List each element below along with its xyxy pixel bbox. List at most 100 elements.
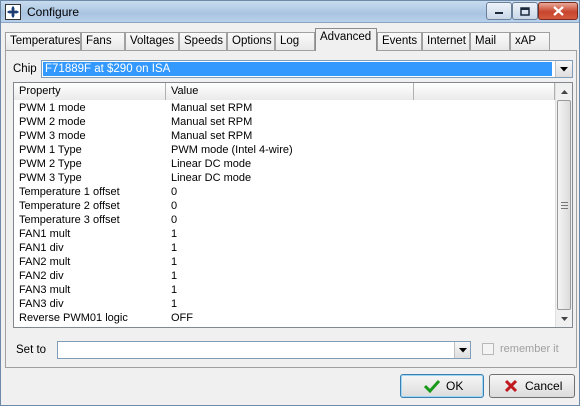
grid-header: Property Value xyxy=(14,83,555,100)
remember-checkbox[interactable]: remember it xyxy=(482,343,559,355)
property-cell: FAN1 mult xyxy=(19,228,71,240)
checkmark-icon xyxy=(423,377,441,395)
property-cell: PWM 3 mode xyxy=(19,130,86,142)
table-row[interactable]: FAN3 div 1 xyxy=(14,297,555,311)
set-to-dropdown-button[interactable] xyxy=(454,342,470,358)
column-header-extra[interactable] xyxy=(414,83,555,100)
property-cell: FAN3 div xyxy=(19,298,64,310)
value-cell: 0 xyxy=(171,214,178,226)
advanced-panel: Chip F71889F at $290 on ISA Property Val… xyxy=(5,50,577,368)
tab-mail[interactable]: Mail xyxy=(470,32,510,50)
table-row[interactable]: FAN3 mult 1 xyxy=(14,283,555,297)
window-title: Configure xyxy=(27,5,80,19)
property-cell: PWM 2 mode xyxy=(19,116,86,128)
chip-label: Chip xyxy=(13,63,37,75)
tab-voltages[interactable]: Voltages xyxy=(125,32,179,50)
grid-rows: PWM 1 mode Manual set RPM PWM 2 mode Manua… xyxy=(14,101,555,325)
property-cell: PWM 2 Type xyxy=(19,158,82,170)
property-cell: PWM 1 mode xyxy=(19,102,86,114)
tab-internet[interactable]: Internet xyxy=(422,32,470,50)
chip-dropdown-button[interactable] xyxy=(555,61,572,77)
column-header-value[interactable]: Value xyxy=(166,83,414,100)
value-cell: 0 xyxy=(171,200,178,212)
ok-button[interactable]: OK xyxy=(400,374,484,398)
maximize-icon xyxy=(520,6,530,16)
minimize-icon xyxy=(495,12,503,14)
table-row[interactable]: PWM 2 mode Manual set RPM xyxy=(14,115,555,129)
minimize-button[interactable] xyxy=(486,2,512,20)
value-cell: 1 xyxy=(171,242,178,254)
vertical-scrollbar[interactable] xyxy=(555,83,572,327)
tab-log[interactable]: Log xyxy=(275,32,315,50)
close-icon xyxy=(552,6,564,16)
property-cell: Temperature 2 offset xyxy=(19,200,120,212)
tab-temperatures[interactable]: Temperatures xyxy=(5,32,81,50)
checkbox-box[interactable] xyxy=(482,343,494,355)
chevron-down-icon xyxy=(458,347,467,352)
scroll-up-button[interactable] xyxy=(556,83,572,100)
value-cell: OFF xyxy=(171,312,193,324)
value-cell: Manual set RPM xyxy=(171,130,253,142)
scroll-up-arrow-icon xyxy=(560,89,568,94)
cancel-label: Cancel xyxy=(525,379,563,393)
scroll-thumb[interactable] xyxy=(557,100,571,310)
value-cell: 1 xyxy=(171,270,178,282)
tab-bar: Temperatures Fans Voltages Speeds Option… xyxy=(5,28,577,51)
remember-label: remember it xyxy=(500,343,559,355)
scroll-grip-icon xyxy=(560,201,568,209)
scroll-down-button[interactable] xyxy=(556,310,572,327)
value-cell: Linear DC mode xyxy=(171,172,252,184)
table-row[interactable]: PWM 2 Type Linear DC mode xyxy=(14,157,555,171)
maximize-button[interactable] xyxy=(512,2,538,20)
chip-selected-value: F71889F at $290 on ISA xyxy=(43,62,552,76)
table-row[interactable]: Temperature 1 offset 0 xyxy=(14,185,555,199)
set-to-combobox[interactable] xyxy=(57,341,471,359)
value-cell: Manual set RPM xyxy=(171,102,253,114)
property-cell: Temperature 3 offset xyxy=(19,214,120,226)
value-cell: PWM mode (Intel 4-wire) xyxy=(171,144,293,156)
chip-select[interactable]: F71889F at $290 on ISA xyxy=(41,60,573,78)
property-grid[interactable]: Property Value PWM 1 mode Manual set RPM … xyxy=(13,82,573,328)
tab-xap[interactable]: xAP xyxy=(510,32,550,50)
column-header-property[interactable]: Property xyxy=(14,83,166,100)
table-row[interactable]: FAN2 mult 1 xyxy=(14,255,555,269)
set-to-label: Set to xyxy=(16,344,47,356)
table-row[interactable]: PWM 1 mode Manual set RPM xyxy=(14,101,555,115)
value-cell: Manual set RPM xyxy=(171,116,253,128)
tab-fans[interactable]: Fans xyxy=(81,32,125,50)
property-cell: FAN1 div xyxy=(19,242,64,254)
title-bar[interactable]: Configure xyxy=(1,1,579,23)
table-row[interactable]: FAN1 mult 1 xyxy=(14,227,555,241)
cross-icon xyxy=(502,377,520,395)
table-row[interactable]: Reverse PWM01 logic OFF xyxy=(14,311,555,325)
table-row[interactable]: PWM 3 Type Linear DC mode xyxy=(14,171,555,185)
scroll-down-arrow-icon xyxy=(560,316,568,321)
tab-options[interactable]: Options xyxy=(227,32,275,50)
close-button[interactable] xyxy=(538,2,578,20)
tab-speeds[interactable]: Speeds xyxy=(179,32,227,50)
table-row[interactable]: FAN1 div 1 xyxy=(14,241,555,255)
property-cell: PWM 1 Type xyxy=(19,144,82,156)
app-fan-icon xyxy=(5,4,21,20)
table-row[interactable]: Temperature 3 offset 0 xyxy=(14,213,555,227)
value-cell: 1 xyxy=(171,228,178,240)
value-cell: 1 xyxy=(171,284,178,296)
property-cell: Reverse PWM01 logic xyxy=(19,312,128,324)
property-cell: FAN3 mult xyxy=(19,284,71,296)
tab-events[interactable]: Events xyxy=(377,32,422,50)
table-row[interactable]: Temperature 2 offset 0 xyxy=(14,199,555,213)
property-cell: FAN2 mult xyxy=(19,256,71,268)
chevron-down-icon xyxy=(560,66,568,71)
ok-label: OK xyxy=(446,379,464,393)
property-cell: Temperature 1 offset xyxy=(19,186,120,198)
table-row[interactable]: PWM 1 Type PWM mode (Intel 4-wire) xyxy=(14,143,555,157)
table-row[interactable]: PWM 3 mode Manual set RPM xyxy=(14,129,555,143)
table-row[interactable]: FAN2 div 1 xyxy=(14,269,555,283)
configure-window: Configure Temperatures Fans Voltages Spe… xyxy=(0,0,580,406)
tab-advanced[interactable]: Advanced xyxy=(315,28,377,51)
property-cell: FAN2 div xyxy=(19,270,64,282)
value-cell: Linear DC mode xyxy=(171,158,252,170)
value-cell: 1 xyxy=(171,298,178,310)
property-cell: PWM 3 Type xyxy=(19,172,82,184)
cancel-button[interactable]: Cancel xyxy=(489,374,575,398)
